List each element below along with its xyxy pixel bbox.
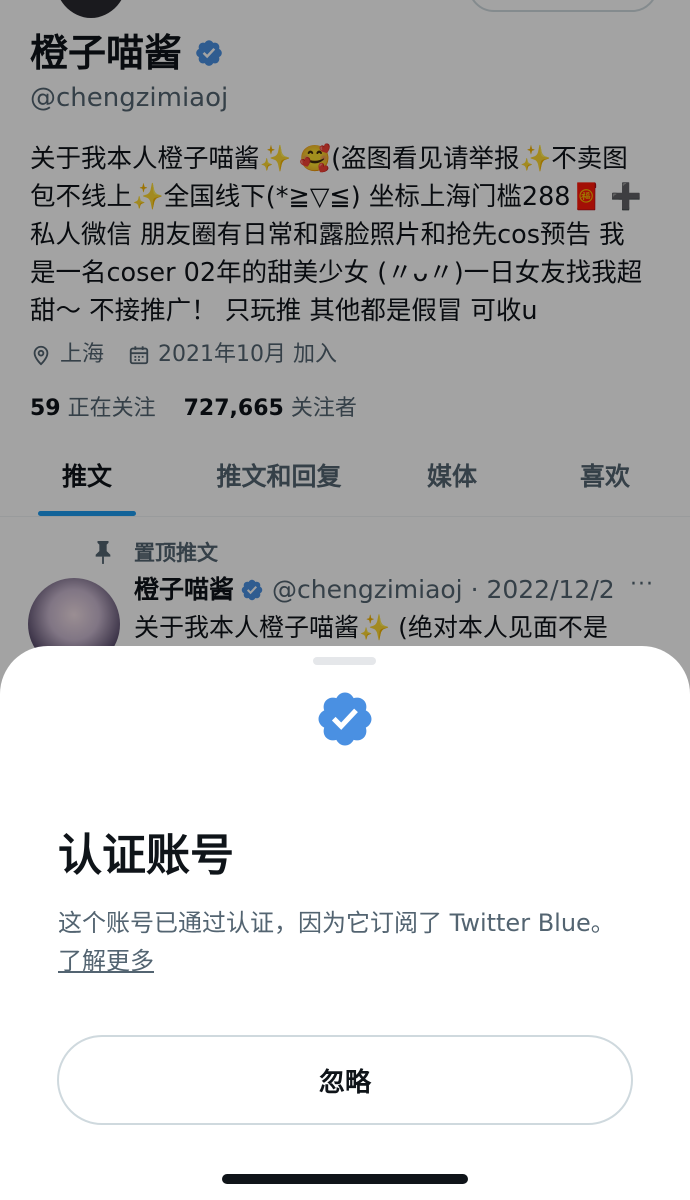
learn-more-link[interactable]: 了解更多 [58, 947, 154, 975]
home-indicator[interactable] [222, 1174, 468, 1184]
sheet-drag-handle[interactable] [313, 657, 376, 665]
sheet-description-text: 这个账号已通过认证，因为它订阅了 Twitter Blue。 [58, 909, 615, 937]
sheet-title: 认证账号 [58, 830, 234, 881]
verified-account-sheet: 认证账号 这个账号已通过认证，因为它订阅了 Twitter Blue。了解更多 … [0, 646, 690, 1200]
ignore-button[interactable]: 忽略 [57, 1035, 633, 1125]
sheet-description: 这个账号已通过认证，因为它订阅了 Twitter Blue。了解更多 [58, 904, 638, 980]
verified-badge-large-icon [318, 692, 372, 746]
